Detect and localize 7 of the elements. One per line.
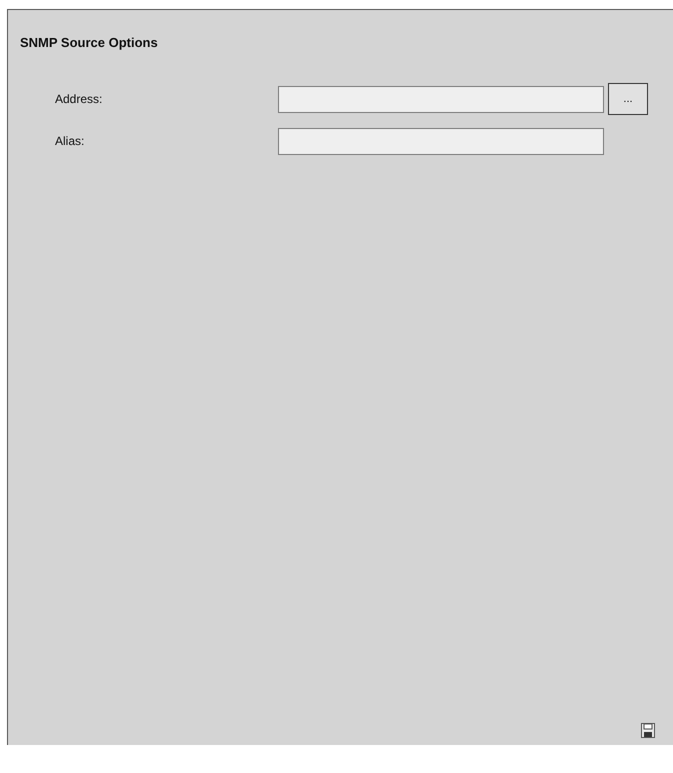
save-icon[interactable]	[641, 723, 655, 738]
input-field[interactable]	[278, 86, 604, 112]
field-label: Address:	[55, 92, 104, 106]
field-label: Alias:	[55, 134, 86, 148]
browse-button[interactable]: ...	[608, 83, 648, 115]
input-field[interactable]	[278, 128, 604, 154]
panel-title: SNMP Source Options	[20, 35, 158, 50]
